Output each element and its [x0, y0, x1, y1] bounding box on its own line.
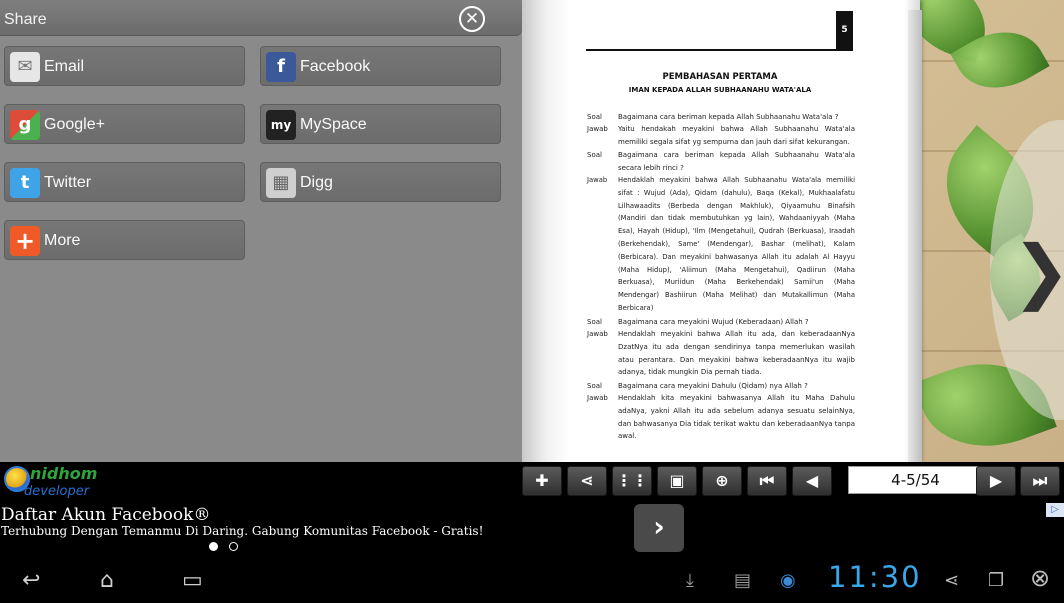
back-icon[interactable]: ↩ — [22, 568, 40, 593]
grid-view-button[interactable]: ⋮⋮ — [612, 466, 652, 496]
next-page-icon: ▶ — [989, 471, 1003, 490]
last-page-icon: ⏭ — [1032, 471, 1048, 490]
qa-label: Jawab — [587, 125, 608, 133]
first-page-button[interactable]: ⏮ — [747, 466, 787, 496]
system-navigation-bar: ↩ ⌂ ▭ ⤓ ▤ ◉ 11:30 ⋖ ❐ ⊗ — [0, 558, 1064, 603]
qa-entry: Jawab Hendaklah kita meyakini bahwasanya… — [587, 392, 855, 443]
window-icon[interactable]: ❐ — [988, 570, 1004, 591]
share-button-label: Digg — [300, 174, 333, 191]
page-header-line — [586, 49, 840, 51]
ad-title[interactable]: Daftar Akun Facebook® — [1, 505, 210, 525]
qa-text: Bagaimana cara meyakini Wujud (Keberadaa… — [618, 318, 809, 326]
qa-entry: Jawab Hendaklah meyakini bahwa Allah itu… — [587, 328, 855, 379]
share-button-label: Email — [44, 58, 85, 75]
qa-entry: Jawab Hendaklah meyakini bahwa Allah Sub… — [587, 174, 855, 315]
ad-choices-icon[interactable]: ▷ — [1046, 503, 1064, 517]
next-page-button[interactable]: ▶ — [976, 466, 1016, 496]
qa-text: Hendaklah kita meyakini bahwasanya Allah… — [618, 394, 855, 441]
share-button-label: MySpace — [300, 116, 367, 133]
zoom-button[interactable]: ⊕ — [702, 466, 742, 496]
prev-page-button[interactable]: ◀ — [792, 466, 832, 496]
qa-entry: Soal Bagaimana cara beriman kepada Allah… — [587, 149, 855, 175]
share-more-button[interactable]: + More — [4, 220, 245, 260]
prev-page-icon: ◀ — [805, 471, 819, 490]
pin-icon: ✚ — [535, 471, 549, 490]
share-header: Share ✕ — [0, 0, 522, 36]
twitter-icon: t — [10, 168, 40, 198]
plus-icon: + — [10, 226, 40, 256]
chevron-right-icon: ❯ — [1012, 230, 1064, 312]
envelope-icon: ✉ — [10, 52, 40, 82]
pin-button[interactable]: ✚ — [522, 466, 562, 496]
ad-banner[interactable]: Daftar Akun Facebook® Terhubung Dengan T… — [0, 502, 1064, 558]
close-icon[interactable]: ⊗ — [1030, 564, 1050, 592]
qa-entry: Soal Bagaimana cara meyakini Wujud (Kebe… — [587, 316, 855, 329]
app-screen: 5 PEMBAHASAN PERTAMA IMAN KEPADA ALLAH S… — [0, 0, 1064, 603]
recent-apps-icon[interactable]: ▭ — [182, 568, 203, 593]
share-icon[interactable]: ⋖ — [944, 570, 959, 591]
qa-label: Soal — [587, 318, 602, 326]
share-title: Share — [4, 11, 47, 28]
share-button-label: Google+ — [44, 116, 105, 133]
page-subheading: IMAN KEPADA ALLAH SUBHAANAHU WATA'ALA — [628, 86, 812, 94]
logo-text: nidhom — [30, 464, 98, 483]
pages-icon: ▣ — [669, 471, 685, 490]
qa-text: Yaitu hendakah meyakini bahwa Allah Subh… — [618, 125, 855, 146]
download-icon: ⤓ — [686, 570, 694, 591]
qa-text: Hendaklah meyakini bahwa Allah Subhaanah… — [618, 176, 855, 312]
page-edge — [908, 10, 922, 462]
last-page-button[interactable]: ⏭ — [1020, 466, 1060, 496]
share-panel: Share ✕ ✉ Email f Facebook g Google+ my … — [0, 0, 522, 462]
carousel-dot-active[interactable] — [209, 542, 218, 551]
briefcase-icon: ▤ — [734, 570, 752, 591]
qa-entry: Soal Bagaimana cara meyakini Dahulu (Qid… — [587, 380, 855, 393]
logo-subtext: developer — [24, 484, 90, 499]
qa-text: Bagaimana cara beriman kepada Allah Subh… — [618, 113, 839, 121]
google-plus-icon: g — [10, 110, 40, 140]
ad-subtitle: Terhubung Dengan Temanmu Di Daring. Gabu… — [1, 524, 484, 538]
reader-toolbar: nidhom developer ✚ ⋖ ⋮⋮ ▣ ⊕ ⏮ ◀ 4-5/54 ▶… — [0, 462, 1064, 502]
carousel-dot[interactable] — [229, 542, 238, 551]
share-myspace-button[interactable]: my MySpace — [260, 104, 501, 144]
qa-entry: Jawab Yaitu hendakah meyakini bahwa Alla… — [587, 123, 855, 149]
page-indicator[interactable]: 4-5/54 — [848, 466, 983, 494]
share-button-label: Facebook — [300, 58, 371, 75]
share-twitter-button[interactable]: t Twitter — [4, 162, 245, 202]
developer-logo: nidhom developer — [0, 462, 98, 502]
grid-icon: ⋮⋮ — [616, 471, 648, 490]
qa-label: Jawab — [587, 330, 608, 338]
qa-label: Jawab — [587, 176, 608, 184]
share-icon: ⋖ — [580, 471, 594, 490]
ad-next-button[interactable]: › — [634, 504, 684, 552]
digg-icon: ▦ — [266, 168, 296, 198]
share-google-plus-button[interactable]: g Google+ — [4, 104, 245, 144]
share-button[interactable]: ⋖ — [567, 466, 607, 496]
share-facebook-button[interactable]: f Facebook — [260, 46, 501, 86]
pages-button[interactable]: ▣ — [657, 466, 697, 496]
myspace-icon: my — [266, 110, 296, 140]
close-button[interactable]: ✕ — [459, 6, 485, 32]
share-digg-button[interactable]: ▦ Digg — [260, 162, 501, 202]
share-email-button[interactable]: ✉ Email — [4, 46, 245, 86]
app-notification-icon: ◉ — [780, 570, 796, 591]
first-page-icon: ⏮ — [759, 471, 775, 490]
share-button-label: More — [44, 232, 81, 249]
qa-entry: Soal Bagaimana cara beriman kepada Allah… — [587, 111, 855, 124]
close-icon: ✕ — [464, 9, 480, 29]
qa-text: Bagaimana cara beriman kepada Allah Subh… — [618, 151, 855, 172]
home-icon[interactable]: ⌂ — [100, 568, 114, 593]
facebook-icon: f — [266, 52, 296, 82]
qa-label: Soal — [587, 382, 602, 390]
page-number: 5 — [836, 11, 853, 51]
page-heading: PEMBAHASAN PERTAMA — [662, 72, 778, 82]
qa-text: Bagaimana cara meyakini Dahulu (Qidam) n… — [618, 382, 808, 390]
qa-text: Hendaklah meyakini bahwa Allah itu ada, … — [618, 330, 855, 377]
qa-label: Jawab — [587, 394, 608, 402]
chevron-right-icon: › — [653, 510, 665, 543]
qa-label: Soal — [587, 151, 602, 159]
share-button-label: Twitter — [44, 174, 92, 191]
zoom-icon: ⊕ — [715, 471, 729, 490]
qa-label: Soal — [587, 113, 602, 121]
clock: 11:30 — [828, 560, 922, 594]
